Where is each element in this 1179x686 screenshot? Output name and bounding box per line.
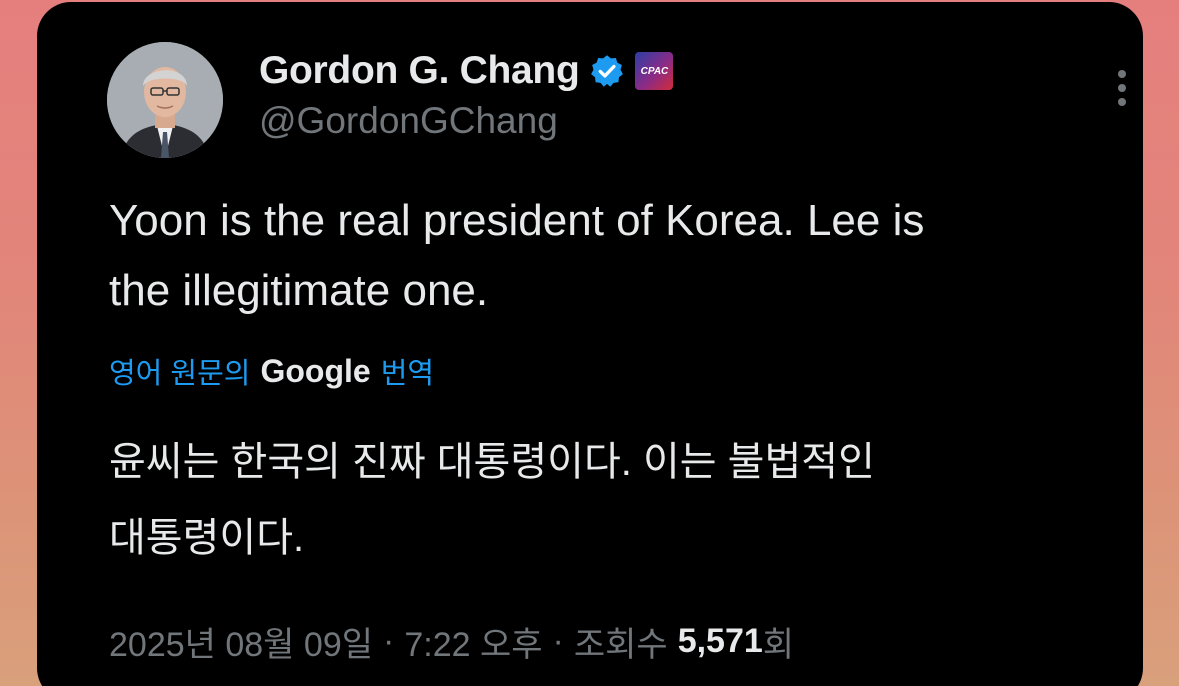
translated-text-line: 윤씨는 한국의 진짜 대통령이다. 이는 불법적인 xyxy=(109,440,875,484)
translation-source-link[interactable]: 영어 원문의 xyxy=(109,350,250,392)
tweet-text: Yoon is the real president of Korea. Lee… xyxy=(109,186,1119,326)
affiliate-org-badge-icon[interactable]: CPAC xyxy=(635,52,674,90)
tweet-meta: 2025년 08월 09일 · 7:22 오후 · 조회수 5,571 회 xyxy=(109,616,794,666)
tweet-card: Gordon G. Chang CPAC @GordonGChang Yoon … xyxy=(37,2,1143,686)
more-options-icon[interactable] xyxy=(1113,68,1131,108)
views-count[interactable]: 5,571 xyxy=(678,622,763,661)
google-translate-logo: Google xyxy=(260,352,371,389)
meta-separator: · xyxy=(383,621,395,660)
tweet-time[interactable]: 7:22 오후 xyxy=(404,617,542,666)
views-suffix: 회 xyxy=(762,625,795,664)
tweet-text-line: Yoon is the real president of Korea. Lee… xyxy=(109,196,925,245)
tweet-date[interactable]: 2025년 08월 09일 xyxy=(109,617,373,666)
author-avatar[interactable] xyxy=(107,42,223,158)
author-handle[interactable]: @GordonGChang xyxy=(259,100,558,142)
translation-label[interactable]: 번역 xyxy=(381,350,434,392)
meta-separator: · xyxy=(552,621,564,660)
translation-attribution: 영어 원문의 Google 번역 xyxy=(109,348,434,394)
verified-badge-icon xyxy=(589,53,625,89)
translated-text-line: 대통령이다. xyxy=(109,516,305,560)
author-name-row: Gordon G. Chang CPAC xyxy=(259,46,674,96)
tweet-text-line: the illegitimate one. xyxy=(109,266,489,315)
profile-avatar-icon xyxy=(107,42,223,158)
views-label: 조회수 xyxy=(573,625,668,664)
translated-text: 윤씨는 한국의 진짜 대통령이다. 이는 불법적인 대통령이다. xyxy=(109,424,1119,576)
affiliate-badge-text: CPAC xyxy=(640,65,669,77)
author-display-name[interactable]: Gordon G. Chang xyxy=(259,49,580,93)
